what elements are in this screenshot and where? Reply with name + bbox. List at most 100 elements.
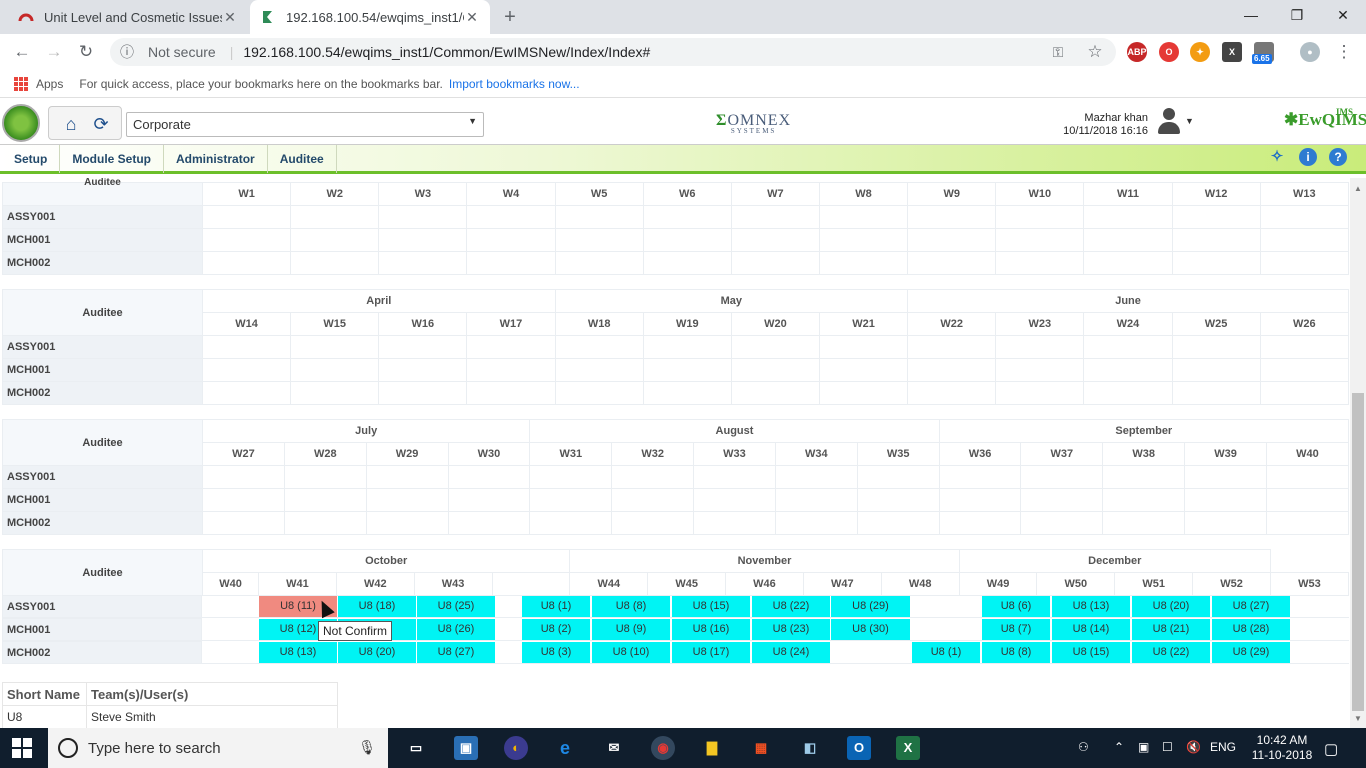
audit-cell[interactable]: U8 (13) bbox=[1052, 596, 1130, 617]
info-icon[interactable]: ⓘ bbox=[120, 42, 134, 62]
audit-cell[interactable]: U8 (24) bbox=[752, 642, 830, 663]
tab-ewqims[interactable]: 192.168.100.54/ewqims_inst1/Co ✕ bbox=[250, 0, 490, 34]
notes-icon[interactable]: ◧ bbox=[798, 736, 822, 760]
audit-cell[interactable]: U8 (8) bbox=[592, 596, 670, 617]
star-icon[interactable]: ☆ bbox=[1083, 40, 1107, 64]
system-clock[interactable]: 10:42 AM 11-10-2018 bbox=[1250, 733, 1314, 763]
adblock-plus-icon[interactable]: ABP bbox=[1127, 42, 1147, 62]
audit-cell[interactable]: U8 (7) bbox=[982, 619, 1050, 640]
scroll-down-icon[interactable]: ▼ bbox=[1350, 712, 1366, 726]
menu-dots-icon[interactable]: ⋮ bbox=[1332, 40, 1356, 64]
audit-cell[interactable]: U8 (16) bbox=[672, 619, 750, 640]
language-indicator[interactable]: ENG bbox=[1210, 740, 1236, 754]
taskbar-search[interactable]: Type here to search 🎙 bbox=[48, 728, 388, 768]
audit-cell[interactable]: U8 (23) bbox=[752, 619, 830, 640]
pin-icon[interactable]: ✧ bbox=[1268, 148, 1286, 166]
apps-icon[interactable] bbox=[14, 76, 28, 91]
user-avatar-icon[interactable] bbox=[1156, 106, 1182, 136]
refresh-icon[interactable]: ⟳ bbox=[89, 112, 113, 136]
menu-administrator[interactable]: Administrator bbox=[164, 145, 268, 173]
audit-cell[interactable]: U8 (18) bbox=[338, 596, 416, 617]
audit-cell[interactable]: U8 (6) bbox=[982, 596, 1050, 617]
new-tab-button[interactable]: + bbox=[498, 5, 522, 29]
company-select[interactable]: Corporate ▼ bbox=[126, 112, 484, 137]
back-icon[interactable]: ← bbox=[10, 40, 34, 64]
extension-icon[interactable]: ✦ bbox=[1190, 42, 1210, 62]
mail-icon[interactable]: ✉ bbox=[602, 736, 626, 760]
audit-cell[interactable]: U8 (15) bbox=[672, 596, 750, 617]
reload-icon[interactable]: ↻ bbox=[74, 40, 98, 64]
audit-cell[interactable]: U8 (29) bbox=[1212, 642, 1290, 663]
store-icon[interactable]: ▦ bbox=[749, 736, 773, 760]
audit-cell[interactable]: U8 (1) bbox=[522, 596, 590, 617]
audit-cell[interactable]: U8 (15) bbox=[1052, 642, 1130, 663]
tray-app-icon[interactable]: ▣ bbox=[1138, 740, 1149, 754]
x-extension-icon[interactable]: X bbox=[1222, 42, 1242, 62]
notifications-icon[interactable]: ▢ bbox=[1324, 740, 1338, 758]
audit-cell[interactable]: U8 (20) bbox=[338, 642, 416, 663]
app-icon[interactable]: ▣ bbox=[454, 736, 478, 760]
audit-cell[interactable]: U8 (25) bbox=[417, 596, 495, 617]
audit-cell[interactable]: U8 (14) bbox=[1052, 619, 1130, 640]
gauge-extension-icon[interactable]: 6.65 bbox=[1252, 42, 1274, 64]
apps-link[interactable]: Apps bbox=[36, 77, 63, 91]
tray-chevron-icon[interactable]: ⌃ bbox=[1114, 740, 1124, 754]
eclipse-icon[interactable]: ◐ bbox=[504, 736, 528, 760]
volume-icon[interactable]: 🔇 bbox=[1186, 740, 1201, 754]
import-bookmarks-link[interactable]: Import bookmarks now... bbox=[449, 77, 580, 91]
audit-cell[interactable]: U8 (2) bbox=[522, 619, 590, 640]
audit-cell[interactable]: U8 (27) bbox=[417, 642, 495, 663]
network-icon[interactable]: ☐ bbox=[1162, 740, 1173, 754]
browser-tab-strip: Unit Level and Cosmetic Issues # ✕ 192.1… bbox=[0, 0, 1366, 34]
audit-cell[interactable]: U8 (21) bbox=[1132, 619, 1210, 640]
info-circle-icon[interactable]: i bbox=[1299, 148, 1317, 166]
audit-cell[interactable]: U8 (27) bbox=[1212, 596, 1290, 617]
page-scrollbar[interactable]: ▲ ▼ bbox=[1350, 178, 1366, 728]
restore-icon[interactable]: ❐ bbox=[1274, 0, 1320, 34]
user-menu-caret-icon[interactable]: ▼ bbox=[1185, 116, 1194, 126]
home-icon[interactable]: ⌂ bbox=[59, 112, 83, 136]
chrome-icon[interactable]: ◉ bbox=[651, 736, 675, 760]
url-field[interactable]: ⓘ Not secure | 192.168.100.54/ewqims_ins… bbox=[110, 38, 1116, 66]
audit-cell[interactable]: U8 (9) bbox=[592, 619, 670, 640]
excel-icon[interactable]: X bbox=[896, 736, 920, 760]
outlook-icon[interactable]: O bbox=[847, 736, 871, 760]
task-view-icon[interactable]: ▭ bbox=[404, 736, 428, 760]
tab-unit-level-issues[interactable]: Unit Level and Cosmetic Issues # ✕ bbox=[8, 0, 248, 34]
close-icon[interactable]: ✕ bbox=[222, 9, 238, 26]
audit-cell[interactable]: U8 (30) bbox=[831, 619, 910, 640]
audit-cell[interactable]: U8 (8) bbox=[982, 642, 1050, 663]
forward-icon[interactable]: → bbox=[42, 40, 66, 64]
scroll-up-icon[interactable]: ▲ bbox=[1350, 182, 1366, 196]
omnex-logo: ΣOMNEX SYSTEMS bbox=[716, 112, 791, 135]
week-header: W48 bbox=[880, 572, 960, 596]
opera-icon[interactable]: O bbox=[1159, 42, 1179, 62]
file-explorer-icon[interactable]: ▇ bbox=[700, 736, 724, 760]
windows-start-icon[interactable] bbox=[12, 738, 34, 758]
close-icon[interactable]: ✕ bbox=[464, 9, 480, 26]
audit-cell[interactable]: U8 (29) bbox=[831, 596, 910, 617]
audit-cell[interactable]: U8 (22) bbox=[752, 596, 830, 617]
scrollbar-thumb[interactable] bbox=[1352, 393, 1364, 711]
profile-avatar[interactable]: ● bbox=[1300, 42, 1320, 62]
window-close-icon[interactable]: ✕ bbox=[1320, 0, 1366, 34]
audit-cell[interactable]: U8 (22) bbox=[1132, 642, 1210, 663]
menu-setup[interactable]: Setup bbox=[2, 145, 61, 173]
app-logo[interactable] bbox=[2, 104, 40, 142]
menu-module-setup[interactable]: Module Setup bbox=[60, 145, 165, 173]
menu-auditee[interactable]: Auditee bbox=[268, 145, 337, 173]
audit-cell[interactable]: U8 (1) bbox=[912, 642, 980, 663]
key-icon[interactable]: ⚿ bbox=[1046, 40, 1070, 64]
microphone-icon[interactable]: 🎙 bbox=[358, 739, 376, 756]
audit-cell[interactable]: U8 (13) bbox=[259, 642, 337, 663]
help-icon[interactable]: ? bbox=[1329, 148, 1347, 166]
audit-cell[interactable]: U8 (17) bbox=[672, 642, 750, 663]
audit-cell[interactable]: U8 (10) bbox=[592, 642, 670, 663]
people-icon[interactable]: ⚇ bbox=[1078, 740, 1089, 754]
audit-cell[interactable]: U8 (28) bbox=[1212, 619, 1290, 640]
audit-cell[interactable]: U8 (20) bbox=[1132, 596, 1210, 617]
audit-cell[interactable]: U8 (26) bbox=[417, 619, 495, 640]
edge-icon[interactable]: e bbox=[553, 736, 577, 760]
minimize-icon[interactable]: — bbox=[1228, 0, 1274, 34]
audit-cell[interactable]: U8 (3) bbox=[522, 642, 590, 663]
